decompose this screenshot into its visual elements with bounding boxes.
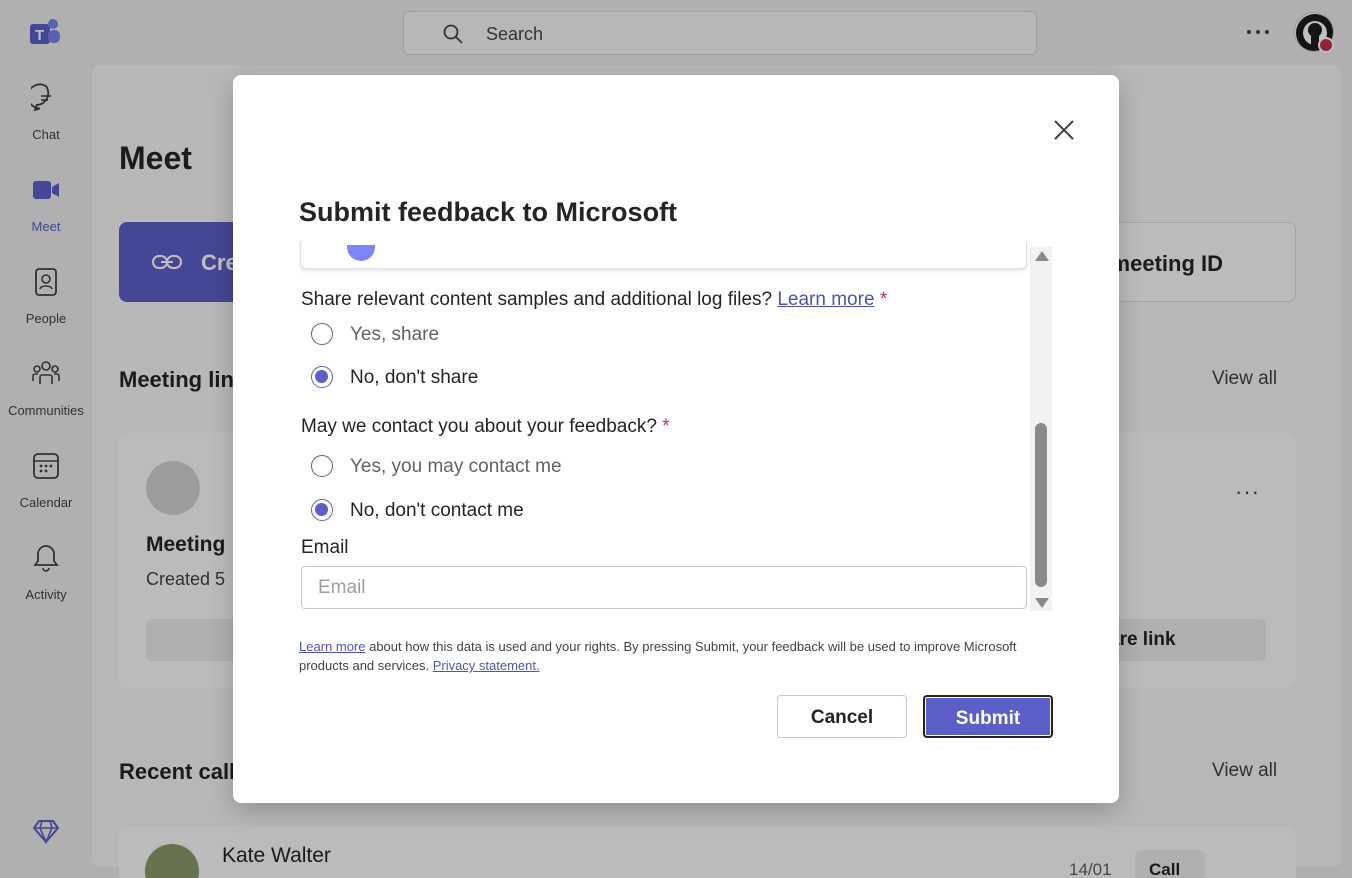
yes-share-radio[interactable] [311,323,333,345]
previous-field-box [300,241,1027,269]
radio-label[interactable]: No, don't share [350,367,478,389]
scroll-up-arrow-icon[interactable] [1035,251,1049,261]
email-label: Email [301,537,349,558]
radio-label[interactable]: Yes, share [350,324,439,346]
toggle-fragment [347,245,375,261]
submit-button[interactable]: Submit [923,695,1053,738]
no-dont-contact-radio[interactable] [311,499,333,521]
question-text: May we contact you about your feedback? [301,416,663,437]
required-marker: * [662,416,670,437]
radio-label[interactable]: Yes, you may contact me [350,456,562,478]
required-marker: * [879,289,888,310]
close-icon[interactable] [1051,117,1077,143]
disclaimer-learn-more-link[interactable]: Learn more [299,639,365,654]
email-field[interactable]: Email [301,566,1027,609]
disclaimer-text: about how this data is used and your rig… [299,639,1017,673]
cancel-button[interactable]: Cancel [777,695,907,738]
form-scrollbar[interactable] [1030,247,1052,611]
scrollbar-thumb[interactable] [1035,423,1047,587]
privacy-statement-link[interactable]: Privacy statement. [433,658,540,673]
radio-label[interactable]: No, don't contact me [350,500,524,522]
learn-more-link[interactable]: Learn more [777,289,874,310]
dialog-title: Submit feedback to Microsoft [299,197,678,227]
share-content-question: Share relevant content samples and addit… [301,289,887,311]
scroll-down-arrow-icon[interactable] [1035,598,1049,608]
contact-question: May we contact you about your feedback? … [301,416,670,438]
question-text: Share relevant content samples and addit… [301,289,778,310]
yes-contact-radio[interactable] [311,455,333,477]
privacy-disclaimer: Learn more about how this data is used a… [299,637,1055,675]
no-dont-share-radio[interactable] [311,366,333,388]
feedback-form-scroll-area[interactable]: Share relevant content samples and addit… [299,241,1055,611]
feedback-dialog: Submit feedback to Microsoft Share relev… [233,75,1119,803]
